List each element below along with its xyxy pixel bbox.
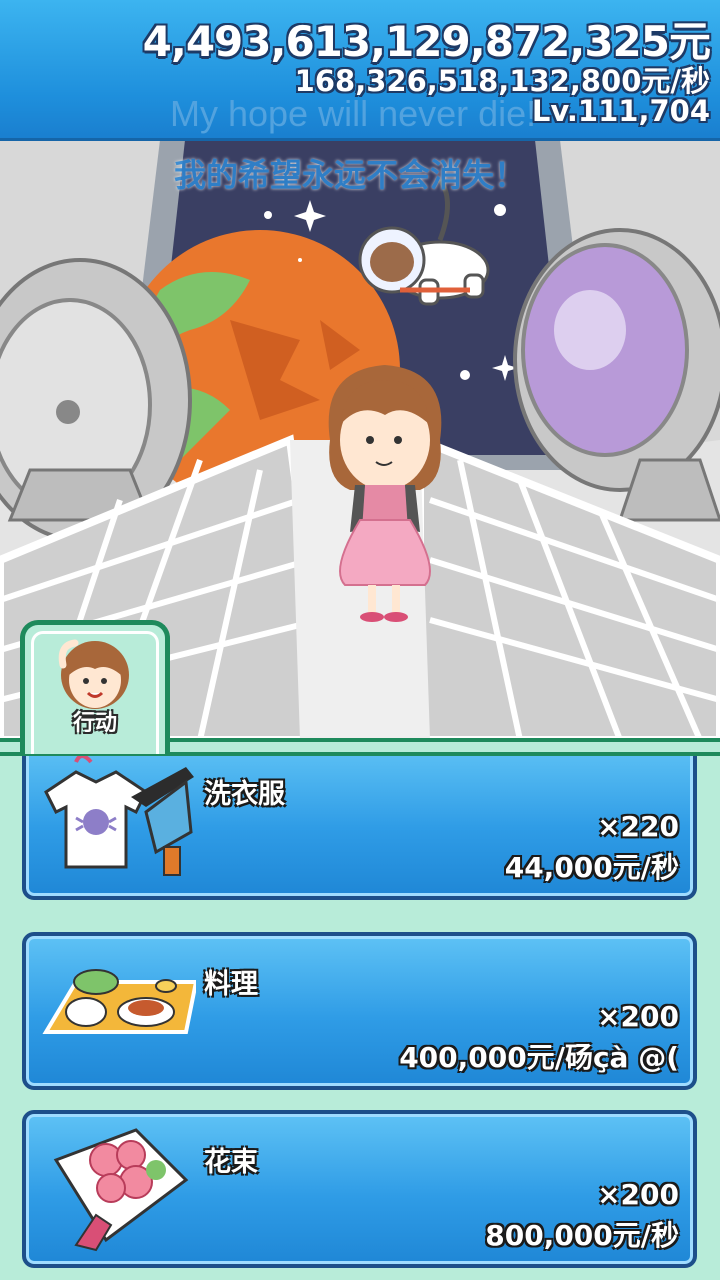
bouquet-icon [53,1128,189,1252]
tab-label: 行动 [72,711,117,736]
tab-actions[interactable]: 行动 [20,620,170,754]
action-count: ×200 [597,1178,679,1211]
action-name: 洗衣服 [204,779,285,810]
message-english: My hope will never die! [170,93,537,134]
action-count: ×220 [597,810,679,843]
action-name: 料理 [204,969,258,1000]
action-card-bouquet[interactable]: 花束 ×200 800,000元/秒 [22,1110,697,1268]
action-card-laundry[interactable]: 洗衣服 ×220 44,000元/秒 [22,752,697,900]
action-rate: 800,000元/秒 [485,1219,679,1252]
laundry-icon [44,754,194,876]
action-count: ×200 [597,1000,679,1033]
player-level: Lv.111,704 [531,94,710,128]
action-card-cooking[interactable]: 料理 ×200 400,000元/砀çà @( [22,932,697,1090]
action-rate: 400,000元/砀çà @( [399,1041,679,1074]
action-rate: 44,000元/秒 [504,851,679,884]
action-list[interactable]: 洗衣服 ×220 44,000元/秒 料理 ×200 400,000元/砀çà … [0,752,720,1280]
meal-tray-icon [42,969,196,1034]
action-name: 花束 [204,1147,258,1178]
girl-avatar-icon [58,639,129,709]
message-chinese: 我的希望永远不会消失！ [174,156,527,194]
